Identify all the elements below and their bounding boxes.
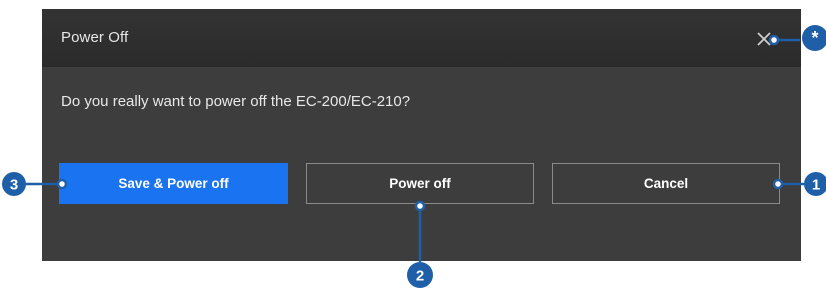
- callout-anchor: [414, 200, 426, 212]
- callout-power-off: 2: [407, 200, 433, 288]
- callout-save-power-off: 3: [2, 172, 68, 196]
- screenshot-stage: Power Off Do you really want to power of…: [0, 0, 826, 294]
- callout-anchor: [56, 178, 68, 190]
- callout-cancel: 1: [772, 172, 826, 196]
- callout-label: 2: [416, 268, 424, 285]
- callout-anchor: [768, 34, 780, 46]
- callout-anchor: [772, 178, 784, 190]
- callout-label: *: [811, 28, 818, 48]
- callout-close: *: [768, 25, 826, 51]
- callout-label: 1: [812, 177, 820, 194]
- callout-label: 3: [10, 177, 18, 194]
- callout-overlay: * 1 2 3: [2, 25, 826, 288]
